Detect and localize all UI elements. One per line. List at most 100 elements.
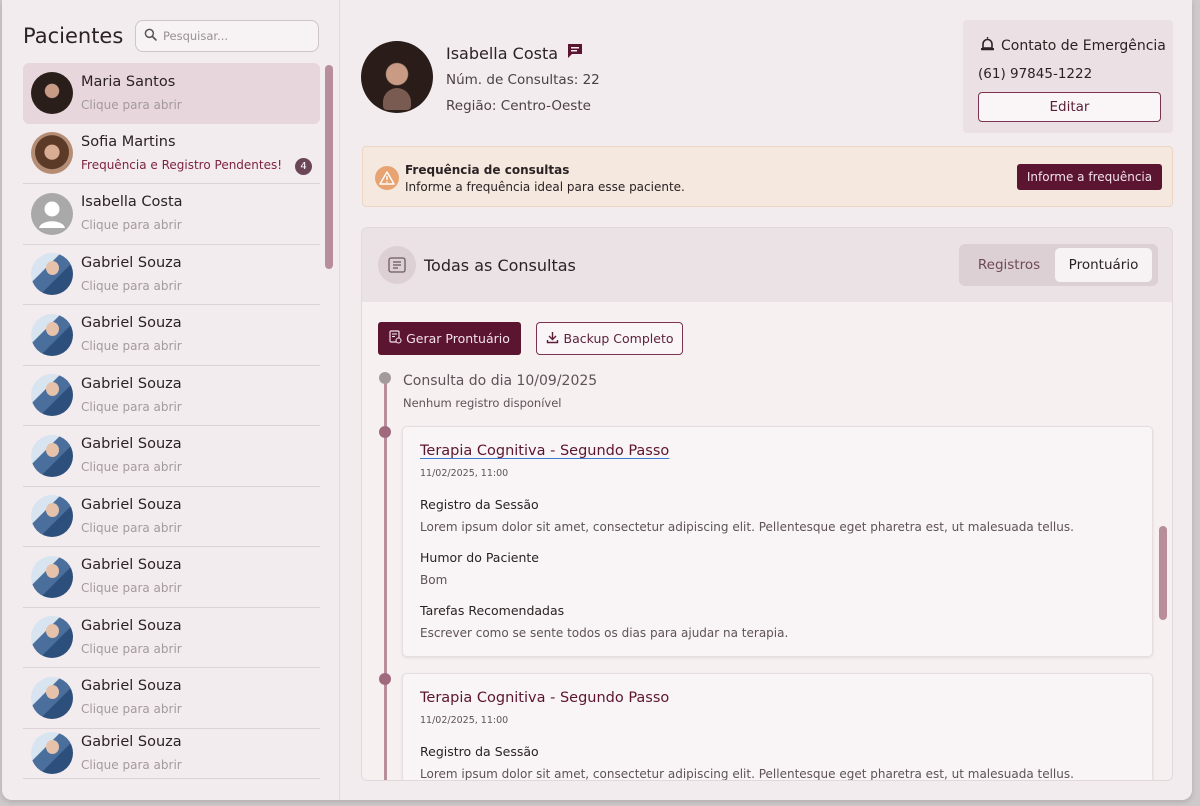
person-placeholder-icon bbox=[39, 201, 65, 228]
avatar bbox=[31, 434, 73, 477]
patient-subtitle: Clique para abrir bbox=[81, 218, 182, 233]
patient-list: Maria Santos Clique para abrir Sofia Mar… bbox=[23, 63, 320, 779]
patient-item[interactable]: Gabriel Souza Clique para abrir bbox=[23, 608, 320, 668]
session-title: Terapia Cognitiva - Segundo Passo bbox=[420, 443, 670, 459]
patient-subtitle: Clique para abrir bbox=[81, 278, 182, 293]
consultas-panel: Todas as Consultas Registros Prontuário … bbox=[361, 227, 1173, 781]
emergency-title: Contato de Emergência bbox=[1001, 38, 1166, 54]
edit-button[interactable]: Editar bbox=[978, 92, 1161, 122]
patient-subtitle: Clique para abrir bbox=[81, 757, 182, 772]
panel-header: Todas as Consultas Registros Prontuário bbox=[362, 228, 1172, 302]
patient-item[interactable]: Gabriel Souza Clique para abrir bbox=[23, 245, 320, 305]
panel-scrollbar[interactable] bbox=[1159, 526, 1167, 620]
patient-item[interactable]: Gabriel Souza Clique para abrir bbox=[23, 547, 320, 608]
patient-name: Gabriel Souza bbox=[81, 254, 182, 271]
patient-name: Isabella Costa bbox=[81, 194, 183, 211]
patient-name: Maria Santos bbox=[81, 73, 176, 90]
session-record-label: Registro da Sessão bbox=[420, 744, 539, 759]
session-record-text: Lorem ipsum dolor sit amet, consectetur … bbox=[420, 767, 1074, 781]
consultas-count: Núm. de Consultas: 22 bbox=[446, 72, 600, 88]
profile-photo bbox=[361, 41, 433, 113]
patient-name: Sofia Martins bbox=[81, 133, 176, 150]
session-title: Terapia Cognitiva - Segundo Passo bbox=[420, 690, 670, 706]
mood-value: Bom bbox=[420, 573, 448, 587]
session-card[interactable]: Terapia Cognitiva - Segundo Passo 11/02/… bbox=[402, 426, 1153, 657]
emergency-contact-card: Contato de Emergência (61) 97845-1222 Ed… bbox=[963, 20, 1173, 133]
emergency-phone: (61) 97845-1222 bbox=[978, 66, 1093, 82]
set-frequency-button[interactable]: Informe a frequência bbox=[1017, 164, 1162, 190]
patient-subtitle: Clique para abrir bbox=[81, 399, 182, 414]
patient-subtitle: Clique para abrir bbox=[81, 520, 182, 535]
panel-title: Todas as Consultas bbox=[424, 256, 576, 275]
session-record-label: Registro da Sessão bbox=[420, 497, 539, 512]
patient-name: Gabriel Souza bbox=[81, 315, 182, 332]
frequency-warning: Frequência de consultas Informe a frequê… bbox=[362, 146, 1173, 207]
avatar bbox=[31, 616, 73, 659]
full-backup-label: Backup Completo bbox=[563, 331, 674, 346]
timeline-dot bbox=[379, 372, 391, 384]
timeline-dot bbox=[379, 426, 391, 438]
warning-icon bbox=[375, 166, 399, 190]
patient-subtitle: Frequência e Registro Pendentes! bbox=[81, 157, 283, 172]
warning-title: Frequência de consultas bbox=[405, 163, 570, 177]
patient-name: Gabriel Souza bbox=[81, 436, 182, 453]
document-list-icon bbox=[378, 246, 416, 284]
patient-subtitle: Clique para abrir bbox=[81, 97, 182, 112]
patient-subtitle: Clique para abrir bbox=[81, 641, 182, 656]
avatar bbox=[31, 313, 73, 356]
generate-record-button[interactable]: Gerar Prontuário bbox=[378, 322, 521, 355]
patient-name: Gabriel Souza bbox=[81, 678, 182, 695]
patient-item[interactable]: Gabriel Souza Clique para abrir bbox=[23, 729, 320, 779]
patient-item[interactable]: Sofia Martins Frequência e Registro Pend… bbox=[23, 124, 320, 184]
tab-registros[interactable]: Registros bbox=[965, 248, 1053, 282]
warning-text: Informe a frequência ideal para esse pac… bbox=[405, 180, 685, 194]
patient-item[interactable]: Gabriel Souza Clique para abrir bbox=[23, 366, 320, 426]
avatar bbox=[31, 132, 73, 175]
alarm-bell-icon bbox=[979, 36, 996, 56]
patient-item[interactable]: Gabriel Souza Clique para abrir bbox=[23, 426, 320, 487]
patient-subtitle: Clique para abrir bbox=[81, 339, 182, 354]
patient-item[interactable]: Gabriel Souza Clique para abrir bbox=[23, 305, 320, 366]
patient-name: Gabriel Souza bbox=[81, 617, 182, 634]
full-backup-button[interactable]: Backup Completo bbox=[536, 322, 683, 355]
avatar bbox=[31, 732, 73, 774]
search-icon bbox=[144, 28, 157, 45]
avatar bbox=[31, 555, 73, 598]
generate-record-label: Gerar Prontuário bbox=[406, 331, 510, 346]
patient-name: Gabriel Souza bbox=[81, 733, 182, 750]
avatar bbox=[31, 192, 73, 235]
app-window: Pacientes Maria Santos Clique para abrir… bbox=[2, 0, 1192, 800]
patient-subtitle: Clique para abrir bbox=[81, 702, 182, 717]
patient-sidebar: Pacientes Maria Santos Clique para abrir… bbox=[2, 0, 340, 800]
sidebar-scrollbar[interactable] bbox=[325, 65, 333, 269]
patient-name: Gabriel Souza bbox=[81, 557, 182, 574]
patient-name: Gabriel Souza bbox=[81, 496, 182, 513]
patient-item[interactable]: Gabriel Souza Clique para abrir bbox=[23, 668, 320, 729]
message-icon[interactable] bbox=[566, 42, 584, 64]
file-report-icon bbox=[389, 330, 402, 347]
tasks-label: Tarefas Recomendadas bbox=[420, 603, 565, 618]
profile-header: Isabella Costa bbox=[446, 42, 584, 64]
session-card[interactable]: Terapia Cognitiva - Segundo Passo 11/02/… bbox=[402, 673, 1153, 781]
avatar bbox=[31, 495, 73, 538]
download-icon bbox=[546, 331, 559, 347]
mood-label: Humor do Paciente bbox=[420, 550, 540, 565]
session-datetime: 11/02/2025, 11:00 bbox=[420, 468, 509, 479]
search-input[interactable] bbox=[163, 29, 303, 43]
patient-item[interactable]: Maria Santos Clique para abrir bbox=[23, 63, 320, 124]
patient-subtitle: Clique para abrir bbox=[81, 460, 182, 475]
session-record-text: Lorem ipsum dolor sit amet, consectetur … bbox=[420, 520, 1074, 534]
patient-item[interactable]: Gabriel Souza Clique para abrir bbox=[23, 487, 320, 547]
emergency-title-row: Contato de Emergência bbox=[979, 36, 1166, 56]
search-box[interactable] bbox=[135, 20, 319, 52]
patient-subtitle: Clique para abrir bbox=[81, 581, 182, 596]
timeline-line bbox=[384, 378, 387, 780]
avatar bbox=[31, 676, 73, 719]
pending-count-badge: 4 bbox=[295, 158, 312, 175]
patient-item[interactable]: Isabella Costa Clique para abrir bbox=[23, 184, 320, 245]
consult-empty-text: Nenhum registro disponível bbox=[403, 396, 562, 410]
session-datetime: 11/02/2025, 11:00 bbox=[420, 715, 509, 726]
tab-prontuario[interactable]: Prontuário bbox=[1055, 248, 1152, 282]
patient-name: Gabriel Souza bbox=[81, 375, 182, 392]
profile-region: Região: Centro-Oeste bbox=[446, 98, 591, 114]
